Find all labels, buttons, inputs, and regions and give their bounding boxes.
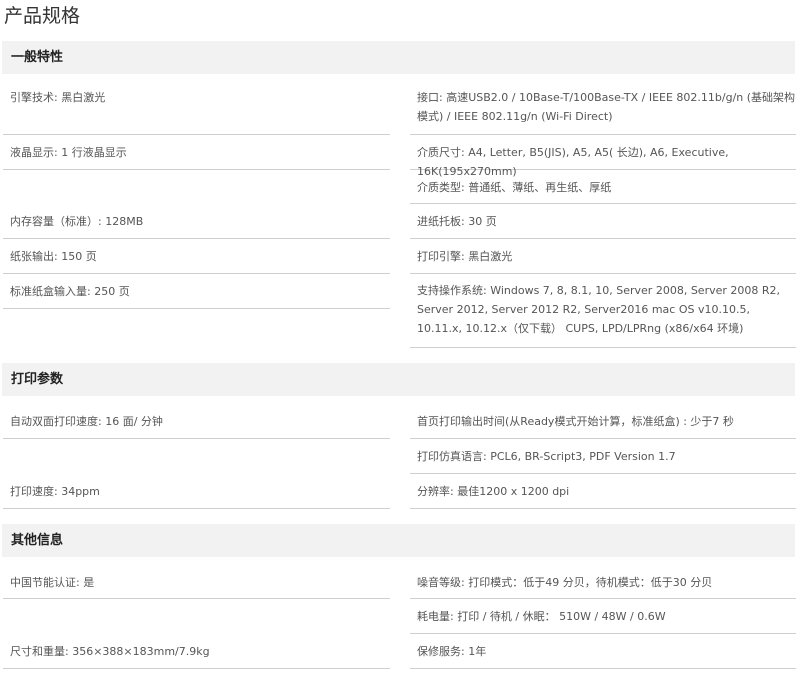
- spec-dimensions-weight: 尺寸和重量: 356×388×183mm/7.9kg: [3, 599, 390, 669]
- print-right-column: 首页打印输出时间(从Ready模式开始计算，标准纸盒) : 少于7 秒 打印仿真…: [410, 404, 796, 509]
- spec-interface: 接口: 高速USB2.0 / 10Base-T/100Base-TX / IEE…: [410, 79, 796, 135]
- section-header-print-params: 打印参数: [2, 363, 795, 396]
- spec-energy-certification: 中国节能认证: 是: [3, 565, 390, 599]
- spec-paper-output: 纸张输出: 150 页: [3, 239, 390, 274]
- spec-first-print-time: 首页打印输出时间(从Ready模式开始计算，标准纸盒) : 少于7 秒: [410, 404, 796, 439]
- spec-resolution: 分辨率: 最佳1200 x 1200 dpi: [410, 474, 796, 509]
- spec-noise-level: 噪音等级: 打印模式：低于49 分贝，待机模式：低于30 分贝: [410, 565, 796, 599]
- section-header-other-info: 其他信息: [2, 524, 795, 557]
- spec-print-speed: 打印速度: 34ppm: [3, 439, 390, 509]
- spec-supported-os: 支持操作系统: Windows 7, 8, 8.1, 10, Server 20…: [410, 274, 796, 348]
- spec-standard-tray: 标准纸盒输入量: 250 页: [3, 274, 390, 309]
- page-title: 产品规格: [4, 5, 81, 27]
- spec-feed-tray: 进纸托板: 30 页: [410, 204, 796, 239]
- section-header-general: 一般特性: [2, 41, 795, 74]
- print-left-column: 自动双面打印速度: 16 面/ 分钟 打印速度: 34ppm: [3, 404, 390, 509]
- spec-warranty: 保修服务: 1年: [410, 634, 796, 669]
- spec-media-size: 介质尺寸: A4, Letter, B5(JIS), A5, A5( 长边), …: [410, 135, 796, 178]
- spec-print-engine: 打印引擎: 黑白激光: [410, 239, 796, 274]
- other-left-column: 中国节能认证: 是 尺寸和重量: 356×388×183mm/7.9kg: [3, 565, 390, 669]
- spec-duplex-speed: 自动双面打印速度: 16 面/ 分钟: [3, 404, 390, 439]
- spec-lcd-display: 液晶显示: 1 行液晶显示: [3, 135, 390, 170]
- general-left-column: 引擎技术: 黑白激光 液晶显示: 1 行液晶显示 内存容量（标准）: 128MB…: [3, 79, 390, 309]
- spec-emulation: 打印仿真语言: PCL6, BR-Script3, PDF Version 1.…: [410, 439, 796, 474]
- spec-power-consumption: 耗电量: 打印 / 待机 / 休眠： 510W / 48W / 0.6W: [410, 599, 796, 634]
- spec-media-type: 介质类型: 普通纸、薄纸、再生纸、厚纸: [410, 170, 796, 204]
- other-right-column: 噪音等级: 打印模式：低于49 分贝，待机模式：低于30 分贝 耗电量: 打印 …: [410, 565, 796, 669]
- spec-memory: 内存容量（标准）: 128MB: [3, 170, 390, 239]
- general-right-column: 接口: 高速USB2.0 / 10Base-T/100Base-TX / IEE…: [410, 79, 796, 348]
- spec-engine-technology: 引擎技术: 黑白激光: [3, 79, 390, 135]
